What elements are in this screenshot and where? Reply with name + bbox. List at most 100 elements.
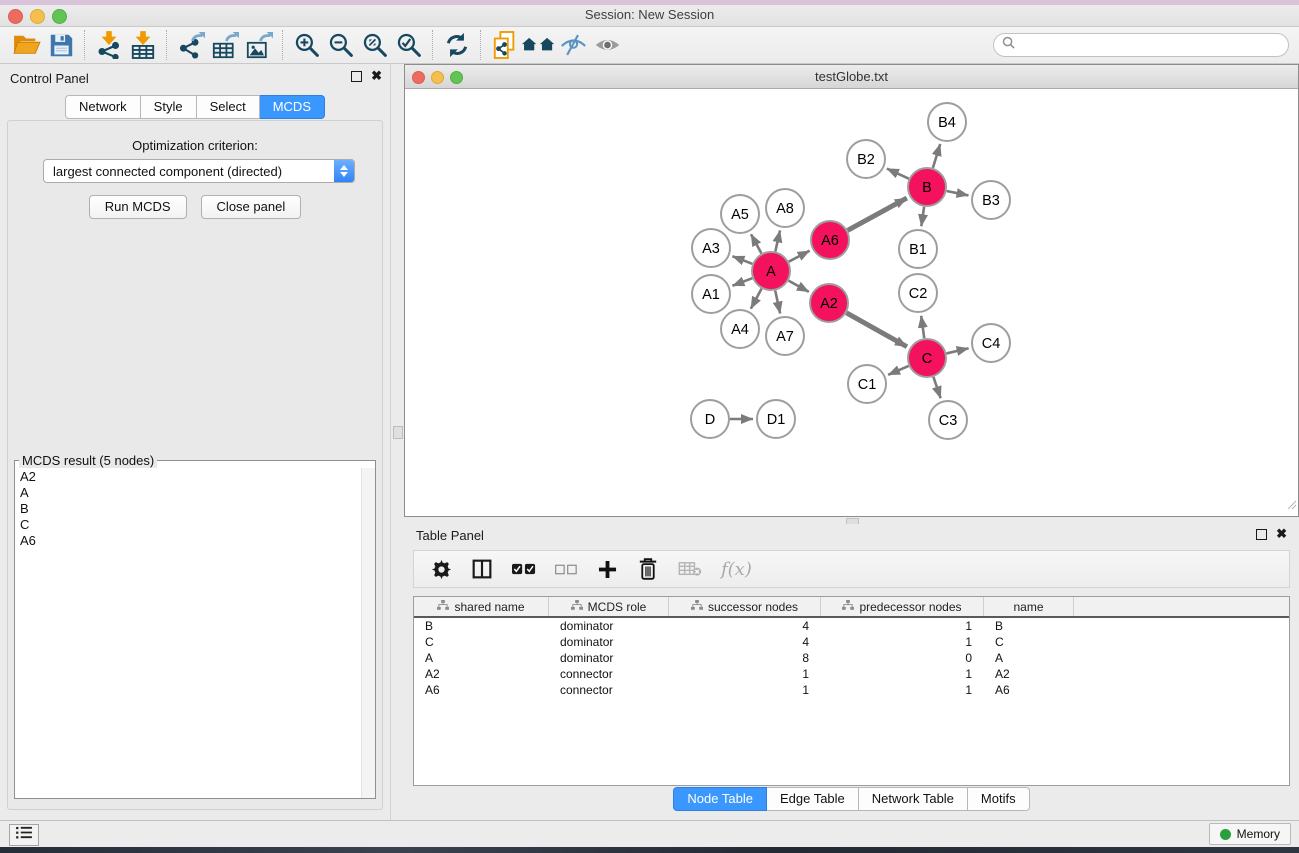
tab-mcds[interactable]: MCDS (260, 95, 325, 119)
optimization-select[interactable]: largest connected component (directed) (43, 159, 355, 183)
graph-node-C[interactable]: C (908, 339, 946, 377)
columns-icon[interactable] (471, 555, 493, 583)
graph-node-B[interactable]: B (908, 168, 946, 206)
first-neighbors-icon[interactable] (522, 30, 556, 60)
close-panel-button[interactable]: Close panel (201, 195, 302, 219)
tab-motifs[interactable]: Motifs (968, 787, 1030, 811)
run-mcds-button[interactable]: Run MCDS (89, 195, 187, 219)
graph-node-B2[interactable]: B2 (847, 140, 885, 178)
table-close-panel-icon[interactable]: ✖ (1276, 528, 1287, 540)
memory-button[interactable]: Memory (1209, 823, 1291, 845)
edge-A-A7[interactable] (775, 291, 780, 314)
zoom-in-icon[interactable] (290, 30, 324, 60)
table-row[interactable]: A6connector11A6 (414, 682, 1289, 698)
graph-node-C4[interactable]: C4 (972, 324, 1010, 362)
tab-node-table[interactable]: Node Table (673, 787, 767, 811)
tab-network-table[interactable]: Network Table (859, 787, 968, 811)
edge-C-C1[interactable] (888, 366, 909, 375)
edge-B-B1[interactable] (921, 207, 924, 226)
graph-node-C1[interactable]: C1 (848, 365, 886, 403)
edge-A2-C[interactable] (846, 313, 907, 347)
graph-node-A7[interactable]: A7 (766, 317, 804, 355)
edge-C-C3[interactable] (933, 377, 940, 398)
apply-layout-icon[interactable] (440, 30, 474, 60)
graph-node-C2[interactable]: C2 (899, 274, 937, 312)
task-history-button[interactable] (9, 824, 39, 846)
column-header-name[interactable]: name (984, 597, 1074, 616)
graph-node-A3[interactable]: A3 (692, 229, 730, 267)
open-session-icon[interactable] (10, 30, 44, 60)
edge-C-C2[interactable] (921, 316, 924, 338)
graph-node-C3[interactable]: C3 (929, 401, 967, 439)
graph-node-B3[interactable]: B3 (972, 181, 1010, 219)
table-row[interactable]: Bdominator41B (414, 618, 1289, 634)
search-input[interactable] (1020, 37, 1288, 54)
split-divider-horizontal[interactable] (404, 517, 1299, 524)
zoom-selected-icon[interactable] (392, 30, 426, 60)
graph-node-A2[interactable]: A2 (810, 284, 848, 322)
close-panel-icon[interactable]: ✖ (371, 70, 382, 82)
float-panel-icon[interactable] (351, 71, 362, 82)
import-table-icon[interactable] (126, 30, 160, 60)
edge-A-A1[interactable] (732, 278, 752, 286)
graph-node-A5[interactable]: A5 (721, 195, 759, 233)
edge-A-A6[interactable] (789, 251, 810, 262)
graph-node-A1[interactable]: A1 (692, 275, 730, 313)
show-all-icon[interactable] (590, 30, 624, 60)
function-builder-icon[interactable]: f(x) (721, 559, 752, 580)
edge-A-A4[interactable] (751, 289, 762, 309)
graph-node-D[interactable]: D (691, 400, 729, 438)
add-column-icon[interactable] (596, 555, 618, 583)
zoom-out-icon[interactable] (324, 30, 358, 60)
divider-handle[interactable] (393, 426, 403, 439)
edge-B-B4[interactable] (933, 144, 940, 168)
graph-node-A4[interactable]: A4 (721, 310, 759, 348)
import-network-icon[interactable] (92, 30, 126, 60)
table-cell: B (984, 619, 1074, 633)
tab-network[interactable]: Network (65, 95, 141, 119)
save-session-icon[interactable] (44, 30, 78, 60)
select-all-icon[interactable] (512, 555, 536, 583)
table-row[interactable]: Adominator80A (414, 650, 1289, 666)
result-scrollbar[interactable] (361, 468, 375, 798)
zoom-fit-icon[interactable] (358, 30, 392, 60)
tab-style[interactable]: Style (141, 95, 197, 119)
delete-table-icon[interactable] (678, 555, 702, 583)
graph-node-B1[interactable]: B1 (899, 230, 937, 268)
hide-selected-icon[interactable] (556, 30, 590, 60)
edge-A-A2[interactable] (789, 281, 809, 292)
edge-A-A8[interactable] (775, 230, 780, 251)
table-row[interactable]: Cdominator41C (414, 634, 1289, 650)
tab-edge-table[interactable]: Edge Table (767, 787, 859, 811)
graph-node-A8[interactable]: A8 (766, 189, 804, 227)
gear-icon[interactable] (430, 555, 452, 583)
edge-A-A3[interactable] (732, 256, 752, 264)
edge-A-A5[interactable] (751, 234, 761, 253)
graph-node-D1[interactable]: D1 (757, 400, 795, 438)
export-table-icon[interactable] (208, 30, 242, 60)
export-image-icon[interactable] (242, 30, 276, 60)
deselect-all-icon[interactable] (555, 555, 577, 583)
mcds-result-list[interactable]: A2ABCA6 (15, 468, 362, 798)
split-divider-vertical[interactable] (391, 64, 404, 820)
column-header-MCDS-role[interactable]: MCDS role (549, 597, 669, 616)
edge-A6-B[interactable] (848, 198, 907, 230)
column-header-shared-name[interactable]: shared name (414, 597, 549, 616)
copy-network-icon[interactable] (488, 30, 522, 60)
tab-select[interactable]: Select (197, 95, 260, 119)
network-canvas[interactable]: A A1 A2 A3 A4 A5 A6 A7 A8 B B1 B2 B3 B4 C C1 C2 C3 C4 D D1 (405, 89, 1298, 516)
edge-C-C4[interactable] (946, 348, 968, 353)
export-network-icon[interactable] (174, 30, 208, 60)
table-float-panel-icon[interactable] (1256, 529, 1267, 540)
search-box[interactable] (993, 33, 1289, 57)
table-row[interactable]: A2connector11A2 (414, 666, 1289, 682)
graph-node-A6[interactable]: A6 (811, 221, 849, 259)
column-header-predecessor-nodes[interactable]: predecessor nodes (821, 597, 984, 616)
graph-node-B4[interactable]: B4 (928, 103, 966, 141)
delete-column-icon[interactable] (637, 555, 659, 583)
resize-grip-icon[interactable] (1287, 497, 1297, 515)
edge-B-B3[interactable] (947, 191, 969, 195)
graph-node-A[interactable]: A (752, 252, 790, 290)
edge-B-B2[interactable] (887, 169, 909, 179)
column-header-successor-nodes[interactable]: successor nodes (669, 597, 821, 616)
